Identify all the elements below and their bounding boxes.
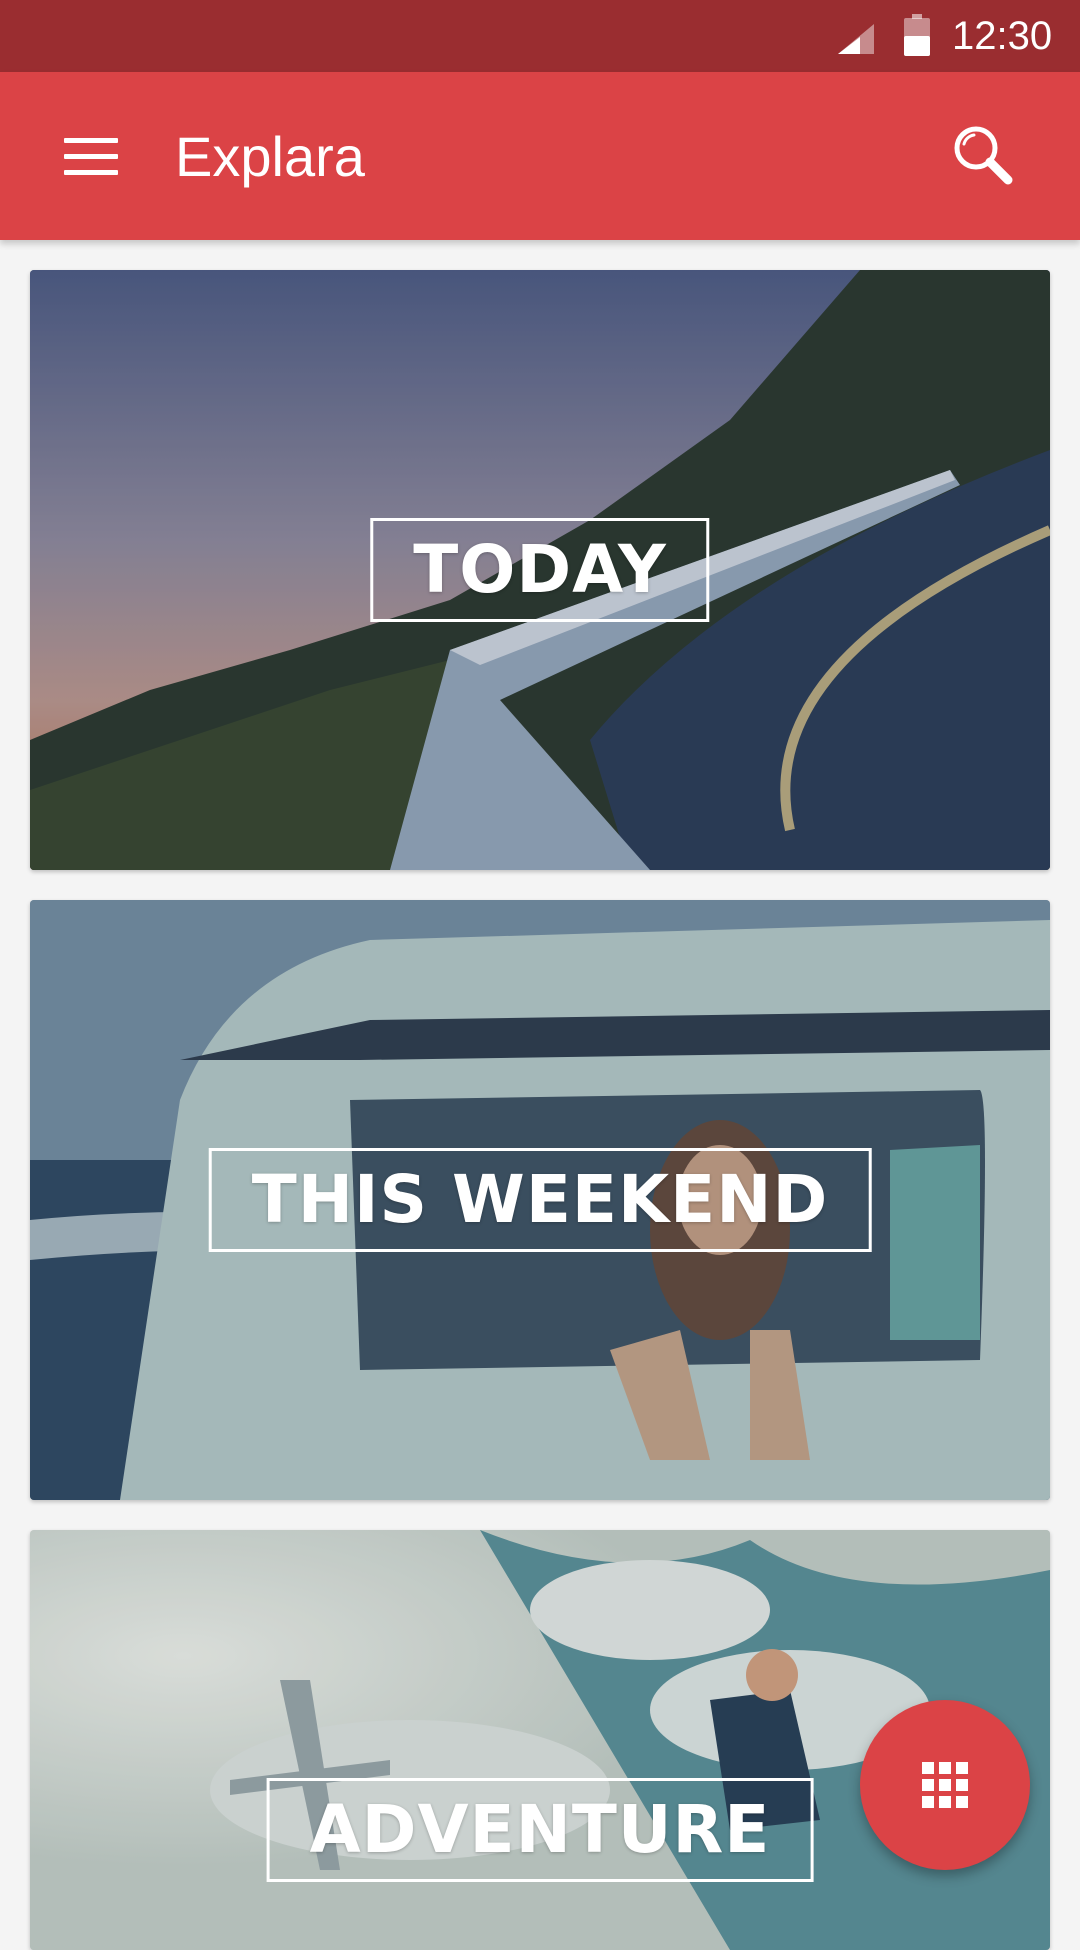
category-card-today[interactable]: TODAY	[30, 270, 1050, 870]
app-title: Explara	[175, 125, 365, 188]
app-bar: Explara	[0, 72, 1080, 240]
grid-apps-icon	[922, 1762, 968, 1808]
menu-button[interactable]	[40, 116, 140, 196]
cell-signal-icon	[838, 24, 874, 54]
categories-fab[interactable]	[860, 1700, 1030, 1870]
battery-icon	[904, 14, 930, 56]
status-time: 12:30	[952, 14, 1053, 58]
card-label-today: TODAY	[370, 518, 710, 622]
search-icon[interactable]	[942, 114, 1026, 198]
status-bar: 12:30	[0, 0, 1080, 72]
card-label-adventure: ADVENTURE	[266, 1778, 814, 1882]
card-label-this-weekend: THIS WEEKEND	[208, 1148, 872, 1252]
category-card-this-weekend[interactable]: THIS WEEKEND	[30, 900, 1050, 1500]
